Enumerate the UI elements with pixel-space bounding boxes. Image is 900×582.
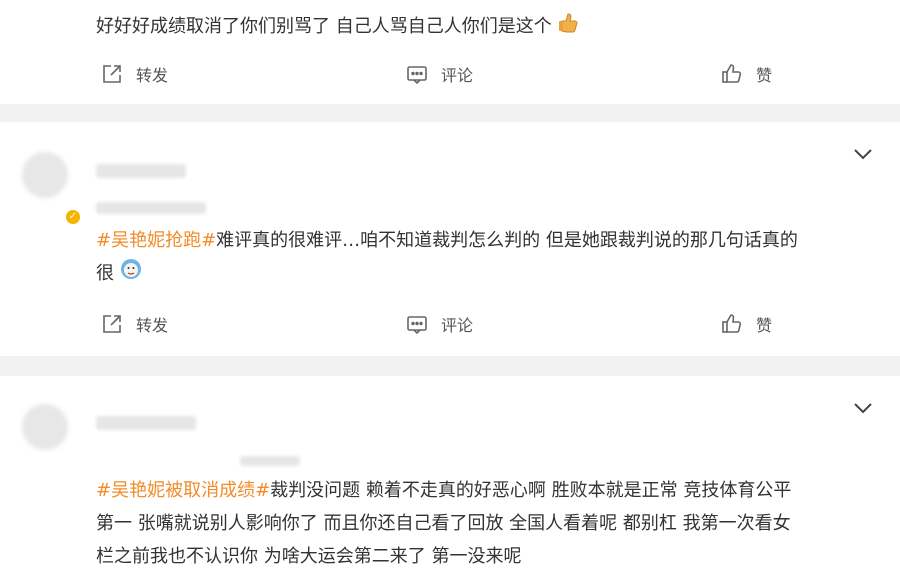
- repost-button[interactable]: 转发: [100, 62, 168, 86]
- chevron-down-icon[interactable]: [852, 400, 874, 416]
- chevron-down-icon[interactable]: [852, 146, 874, 162]
- post-card-2: ✓ #吴艳妮抢跑#难评真的很难评…咱不知道裁判怎么判的 但是她跟裁判说的那几句话…: [0, 122, 900, 356]
- repost-button[interactable]: 转发: [100, 312, 168, 336]
- avatar[interactable]: [22, 152, 68, 198]
- doge-emoji-icon: [120, 258, 142, 291]
- thumbs-up-emoji-icon: [557, 11, 579, 44]
- comment-icon: [407, 66, 427, 85]
- username[interactable]: [96, 164, 186, 178]
- thumbs-up-icon: [722, 64, 742, 83]
- comment-button[interactable]: 评论: [405, 312, 473, 336]
- topic-tag[interactable]: #吴艳妮抢跑#: [96, 230, 216, 251]
- action-bar: 转发 评论 赞: [0, 312, 900, 342]
- post-meta: [240, 456, 300, 466]
- like-button[interactable]: 赞: [720, 312, 772, 336]
- post-text: 好好好成绩取消了你们别骂了 自己人骂自己人你们是这个: [96, 10, 579, 44]
- verified-badge-icon: ✓: [66, 210, 80, 224]
- comment-icon: [407, 316, 427, 335]
- repost-icon: [103, 315, 121, 333]
- post-text: #吴艳妮抢跑#难评真的很难评…咱不知道裁判怎么判的 但是她跟裁判说的那几句话真的…: [96, 224, 798, 291]
- avatar[interactable]: [22, 404, 68, 450]
- thumbs-up-icon: [722, 314, 742, 333]
- post-card-1: 好好好成绩取消了你们别骂了 自己人骂自己人你们是这个 转发 评论 赞: [0, 0, 900, 104]
- post-card-3: #吴艳妮被取消成绩#裁判没问题 赖着不走真的好恶心啊 胜败本就是正常 竞技体育公…: [0, 376, 900, 582]
- post-meta: [96, 202, 206, 214]
- action-bar: 转发 评论 赞: [0, 62, 900, 92]
- post-text: #吴艳妮被取消成绩#裁判没问题 赖着不走真的好恶心啊 胜败本就是正常 竞技体育公…: [96, 480, 792, 567]
- comment-button[interactable]: 评论: [405, 62, 473, 86]
- topic-tag[interactable]: #吴艳妮被取消成绩#: [96, 480, 270, 501]
- repost-icon: [103, 65, 121, 83]
- username[interactable]: [96, 416, 196, 430]
- like-button[interactable]: 赞: [720, 62, 772, 86]
